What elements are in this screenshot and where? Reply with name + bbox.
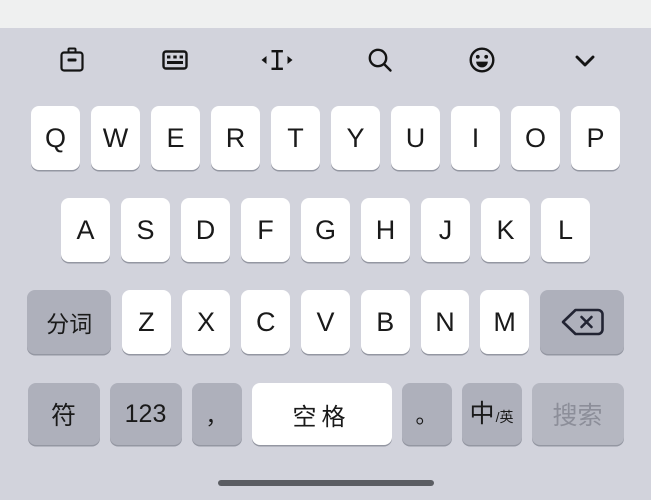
- keyboard-toolbar: [0, 28, 651, 92]
- key-k[interactable]: K: [481, 198, 530, 262]
- language-main-label: 中: [469, 399, 495, 428]
- key-o[interactable]: O: [511, 106, 560, 170]
- key-numeric[interactable]: 123: [109, 383, 182, 445]
- chinese-pinyin-keyboard: Q W E R T Y U I O P A S D F G H J K L 分词…: [0, 28, 651, 500]
- key-d[interactable]: D: [181, 198, 230, 262]
- keyboard-row-1: Q W E R T Y U I O P: [8, 92, 643, 184]
- key-i[interactable]: I: [451, 106, 500, 170]
- key-c[interactable]: C: [241, 290, 291, 354]
- chevron-down-icon[interactable]: [561, 36, 609, 84]
- key-f[interactable]: F: [241, 198, 290, 262]
- key-p[interactable]: P: [571, 106, 620, 170]
- key-symbols[interactable]: 符: [27, 383, 100, 445]
- key-u[interactable]: U: [391, 106, 440, 170]
- key-q[interactable]: Q: [31, 106, 80, 170]
- key-t[interactable]: T: [271, 106, 320, 170]
- keyboard-row-4: 符 123 ， 空格 。 中 / 英 搜索: [8, 368, 643, 466]
- key-space[interactable]: 空格: [251, 383, 392, 445]
- key-j[interactable]: J: [421, 198, 470, 262]
- key-w[interactable]: W: [91, 106, 140, 170]
- key-x[interactable]: X: [181, 290, 231, 354]
- phone-screen: Q W E R T Y U I O P A S D F G H J K L 分词…: [0, 0, 651, 500]
- key-search-enter[interactable]: 搜索: [531, 383, 624, 445]
- cursor-move-icon[interactable]: [253, 36, 301, 84]
- clipboard-icon[interactable]: [48, 36, 96, 84]
- key-r[interactable]: R: [211, 106, 260, 170]
- home-indicator-area: [0, 466, 651, 500]
- language-sub-label: 英: [499, 408, 514, 425]
- key-s[interactable]: S: [121, 198, 170, 262]
- backspace-icon: [561, 308, 604, 336]
- keyboard-icon[interactable]: [151, 36, 199, 84]
- key-word-segment[interactable]: 分词: [27, 290, 111, 354]
- language-toggle-glyph: 中 / 英: [469, 399, 514, 428]
- keyboard-row-3: 分词 Z X C V B N M: [8, 276, 643, 368]
- search-icon[interactable]: [356, 36, 404, 84]
- emoji-icon[interactable]: [458, 36, 506, 84]
- key-n[interactable]: N: [420, 290, 470, 354]
- key-v[interactable]: V: [301, 290, 350, 354]
- key-e[interactable]: E: [151, 106, 200, 170]
- key-z[interactable]: Z: [121, 290, 171, 354]
- key-period[interactable]: 。: [401, 383, 452, 445]
- key-h[interactable]: H: [361, 198, 410, 262]
- key-language-toggle[interactable]: 中 / 英: [461, 383, 522, 445]
- app-content-area: [0, 0, 651, 28]
- key-rows: Q W E R T Y U I O P A S D F G H J K L 分词…: [0, 92, 651, 466]
- key-b[interactable]: B: [360, 290, 410, 354]
- key-comma[interactable]: ，: [191, 383, 242, 445]
- home-indicator[interactable]: [217, 480, 434, 486]
- key-backspace[interactable]: [540, 290, 624, 354]
- key-y[interactable]: Y: [331, 106, 380, 170]
- keyboard-row-2: A S D F G H J K L: [8, 184, 643, 276]
- key-a[interactable]: A: [61, 198, 110, 262]
- key-g[interactable]: G: [301, 198, 350, 262]
- key-m[interactable]: M: [480, 290, 530, 354]
- key-l[interactable]: L: [541, 198, 590, 262]
